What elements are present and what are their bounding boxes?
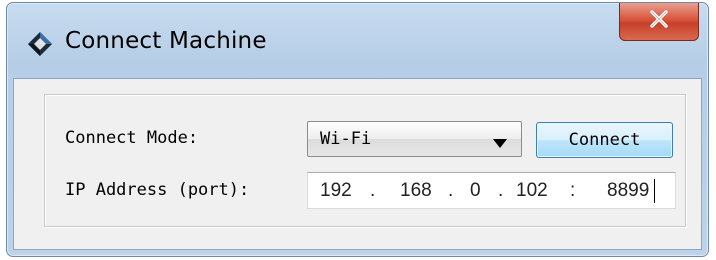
ip-octet-1[interactable]: 192 (320, 180, 352, 202)
connect-button[interactable]: Connect (536, 122, 673, 158)
ip-dot-3: . (498, 180, 504, 201)
connection-group: Connect Mode: Wi-Fi Connect IP Address (… (44, 94, 686, 227)
connect-mode-select[interactable]: Wi-Fi (307, 121, 522, 157)
ip-dot-2: . (448, 180, 454, 201)
close-icon (649, 10, 669, 33)
window-title: Connect Machine (65, 28, 267, 54)
ip-octet-3[interactable]: 0 (470, 180, 481, 202)
ip-address-label: IP Address (port): (65, 180, 250, 200)
text-caret (654, 179, 655, 203)
ip-port[interactable]: 8899 (607, 180, 649, 202)
ip-octet-4[interactable]: 102 (516, 180, 548, 202)
ip-address-input[interactable]: 192 . 168 . 0 . 102 : 8899 (307, 172, 676, 209)
ip-octet-2[interactable]: 168 (400, 180, 432, 202)
dialog-window: Connect Machine Connect Mode: Wi-Fi Conn… (6, 2, 709, 257)
connect-mode-value: Wi-Fi (320, 129, 372, 149)
title-bar[interactable]: Connect Machine (7, 3, 708, 79)
dialog-client-area: Connect Mode: Wi-Fi Connect IP Address (… (13, 78, 702, 250)
ip-port-colon: : (570, 180, 576, 201)
close-button[interactable] (619, 3, 699, 41)
diamond-app-icon (27, 31, 53, 57)
chevron-down-icon (493, 135, 507, 153)
ip-dot-1: . (370, 180, 376, 201)
connect-mode-label: Connect Mode: (65, 128, 199, 148)
